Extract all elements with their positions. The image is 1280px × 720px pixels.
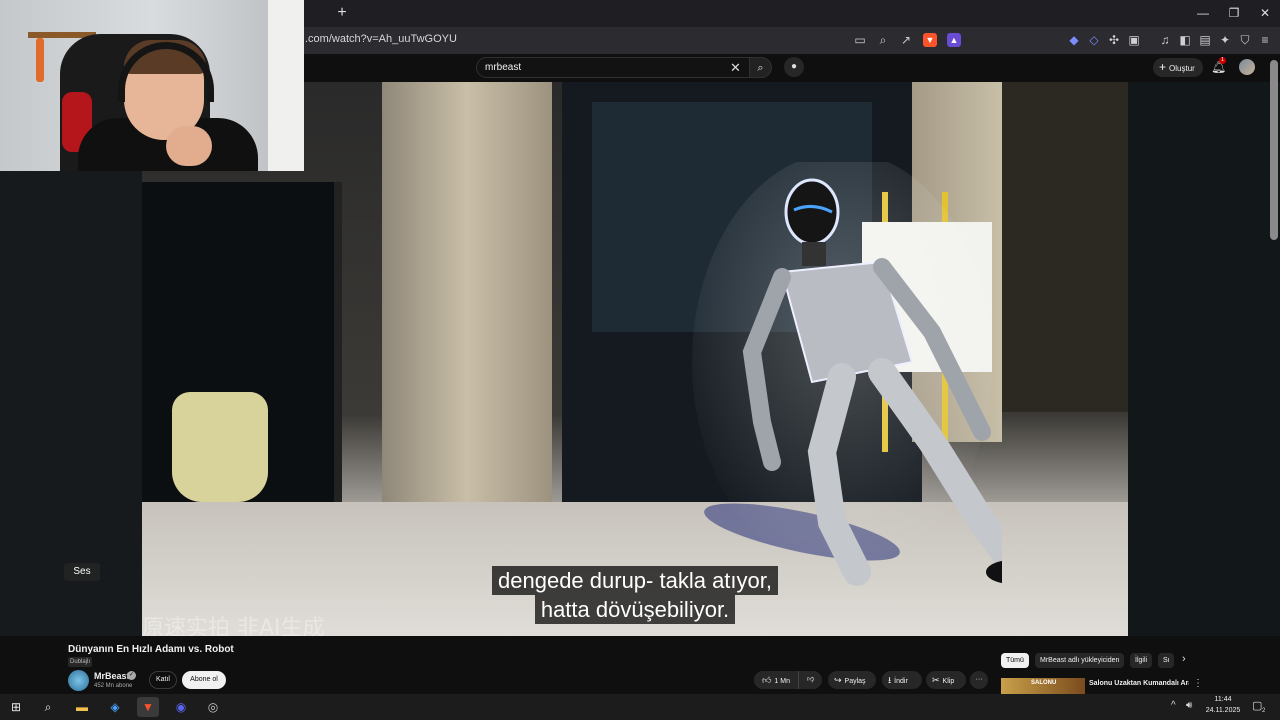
windows-start-icon[interactable]: ⊞ xyxy=(5,697,27,717)
leo-ai-icon[interactable]: ✦ xyxy=(1218,33,1232,47)
webcam-door xyxy=(268,0,304,171)
channel-name[interactable]: MrBeast xyxy=(94,671,130,681)
vpn-shield-icon[interactable]: ⛉ xyxy=(1238,33,1252,47)
like-count: 1 Mn xyxy=(774,678,790,685)
screen: + — ❐ ✕ .com/watch?v=Ah_uuTwGOYU ▭ ⌕ ↗ ▼… xyxy=(0,0,1280,720)
extension-icon[interactable]: ◆ xyxy=(1067,33,1081,47)
subscriber-count: 452 Mn abone xyxy=(94,683,133,689)
thumbs-down-icon: 👎︎ xyxy=(806,676,815,683)
search-icon: ⌕ xyxy=(757,62,764,74)
scissors-icon: ✂ xyxy=(932,675,940,685)
tray-chevron-up-icon[interactable]: ^ xyxy=(1171,700,1176,711)
recommended-title[interactable]: Salonu Uzaktan Kumandalı Arabe Pistine Ç… xyxy=(1089,679,1189,694)
download-icon: ⭳ xyxy=(888,675,892,685)
subscribe-button[interactable]: Abone ol xyxy=(182,671,226,689)
webcam-overlay xyxy=(0,0,304,171)
taskbar-time[interactable]: 11:44 xyxy=(1206,696,1240,703)
taskbar-search-icon[interactable]: ⌕ xyxy=(37,697,59,717)
share-button[interactable]: ↪ Paylaş xyxy=(828,671,876,689)
brave-browser-icon[interactable]: ▼ xyxy=(137,697,159,717)
dubbed-badge: Dublajlı xyxy=(68,657,93,667)
app-icon[interactable]: ◈ xyxy=(104,697,126,717)
volume-icon[interactable]: 🔊︎ xyxy=(1186,700,1192,711)
create-label: Oluştur xyxy=(1169,64,1195,73)
close-window-button[interactable]: ✕ xyxy=(1250,4,1280,22)
clip-button[interactable]: ✂ Klip xyxy=(926,671,966,689)
chevron-right-icon[interactable]: › xyxy=(1182,653,1186,665)
video-title: Dünyanın En Hızlı Adamı vs. Robot xyxy=(68,644,234,655)
create-button[interactable]: + Oluştur xyxy=(1153,58,1203,77)
extension-icon[interactable]: ◇ xyxy=(1087,33,1101,47)
webcam-shelf-item xyxy=(36,38,44,82)
cast-icon[interactable]: ▭ xyxy=(853,33,867,47)
voice-search-button[interactable]: ● xyxy=(784,57,804,77)
caption-line: hatta dövüşebiliyor. xyxy=(534,595,736,624)
discord-icon[interactable]: ◉ xyxy=(170,697,192,717)
menu-icon[interactable]: ≡ xyxy=(1258,33,1272,47)
download-button[interactable]: ⭳ İndir xyxy=(882,671,922,689)
clear-search-icon[interactable]: ✕ xyxy=(730,60,741,76)
search-value: mrbeast xyxy=(485,62,522,73)
more-actions-button[interactable]: ··· xyxy=(970,671,988,689)
windows-taskbar: ⊞ ⌕ ▬ ◈ ▼ ◉ ◎ ^ 🔊︎ xyxy=(0,694,1280,720)
sidebar-icon[interactable]: ◧ xyxy=(1178,33,1192,47)
extensions-puzzle-icon[interactable]: ✣ xyxy=(1107,33,1121,47)
chip-from-uploader[interactable]: MrBeast adlı yükleyiciden xyxy=(1035,653,1125,668)
page-scrollbar[interactable] xyxy=(1270,60,1278,240)
webcam-person-hand xyxy=(166,126,212,166)
share-arrow-icon: ↪ xyxy=(834,675,842,685)
share-icon[interactable]: ↗ xyxy=(899,33,913,47)
zoom-icon[interactable]: ⌕ xyxy=(876,33,890,47)
wallet-card-icon[interactable]: ▤ xyxy=(1198,33,1212,47)
recommended-thumbnail-text: SALONU xyxy=(1031,680,1057,686)
chip-more[interactable]: Sı xyxy=(1158,653,1174,668)
clip-label: Klip xyxy=(942,678,955,685)
restore-button[interactable]: ❐ xyxy=(1219,4,1249,22)
new-tab-button[interactable]: + xyxy=(333,4,351,22)
url-field[interactable]: .com/watch?v=Ah_uuTwGOYU xyxy=(305,33,457,45)
caption-line: dengede durup- takla atıyor, xyxy=(492,566,778,595)
plus-icon: + xyxy=(1159,60,1167,74)
recommended-thumbnail[interactable]: SALONU xyxy=(1001,678,1085,694)
notification-center-count: 2 xyxy=(1262,708,1266,714)
chip-all[interactable]: Tümü xyxy=(1001,653,1029,668)
kebab-menu-icon[interactable]: ⋮ xyxy=(1193,678,1203,689)
notification-badge: 1 xyxy=(1219,57,1226,64)
channel-avatar[interactable] xyxy=(68,670,89,691)
right-ambient-panel xyxy=(1128,82,1280,636)
taskbar-date[interactable]: 24.11.2025 xyxy=(1202,707,1244,714)
search-input[interactable]: mrbeast ✕ xyxy=(476,57,750,78)
search-button[interactable]: ⌕ xyxy=(750,57,772,78)
volume-tooltip: Ses xyxy=(64,563,100,581)
like-button[interactable]: 👍︎ 1 Mn xyxy=(754,671,798,689)
file-explorer-icon[interactable]: ▬ xyxy=(71,697,93,717)
music-icon[interactable]: ♫ xyxy=(1158,33,1172,47)
rewards-icon[interactable]: ▲ xyxy=(947,33,961,47)
video-scene-pillar xyxy=(382,82,552,522)
brave-shields-icon[interactable]: ▼ xyxy=(923,33,937,47)
robot-figure xyxy=(692,162,1002,586)
chip-related[interactable]: İlgili xyxy=(1130,653,1153,668)
thumbs-up-icon: 👍︎ xyxy=(762,675,772,685)
join-button[interactable]: Katıl xyxy=(149,671,177,689)
captions: dengede durup- takla atıyor, hatta dövüş… xyxy=(142,566,1128,624)
share-label: Paylaş xyxy=(844,678,866,685)
notification-center-icon[interactable]: ▢ xyxy=(1252,699,1262,712)
verified-check-icon: ✓ xyxy=(127,671,136,680)
account-avatar[interactable] xyxy=(1239,59,1255,75)
obs-icon[interactable]: ◎ xyxy=(202,697,224,717)
video-scene-shop xyxy=(1002,82,1128,412)
download-label: İndir xyxy=(894,678,908,685)
wallet-icon[interactable]: ▣ xyxy=(1127,33,1141,47)
dislike-button[interactable]: 👎︎ xyxy=(798,671,822,689)
minimize-button[interactable]: — xyxy=(1188,4,1218,22)
video-scene-pot xyxy=(172,392,268,502)
microphone-icon: ● xyxy=(790,61,798,72)
